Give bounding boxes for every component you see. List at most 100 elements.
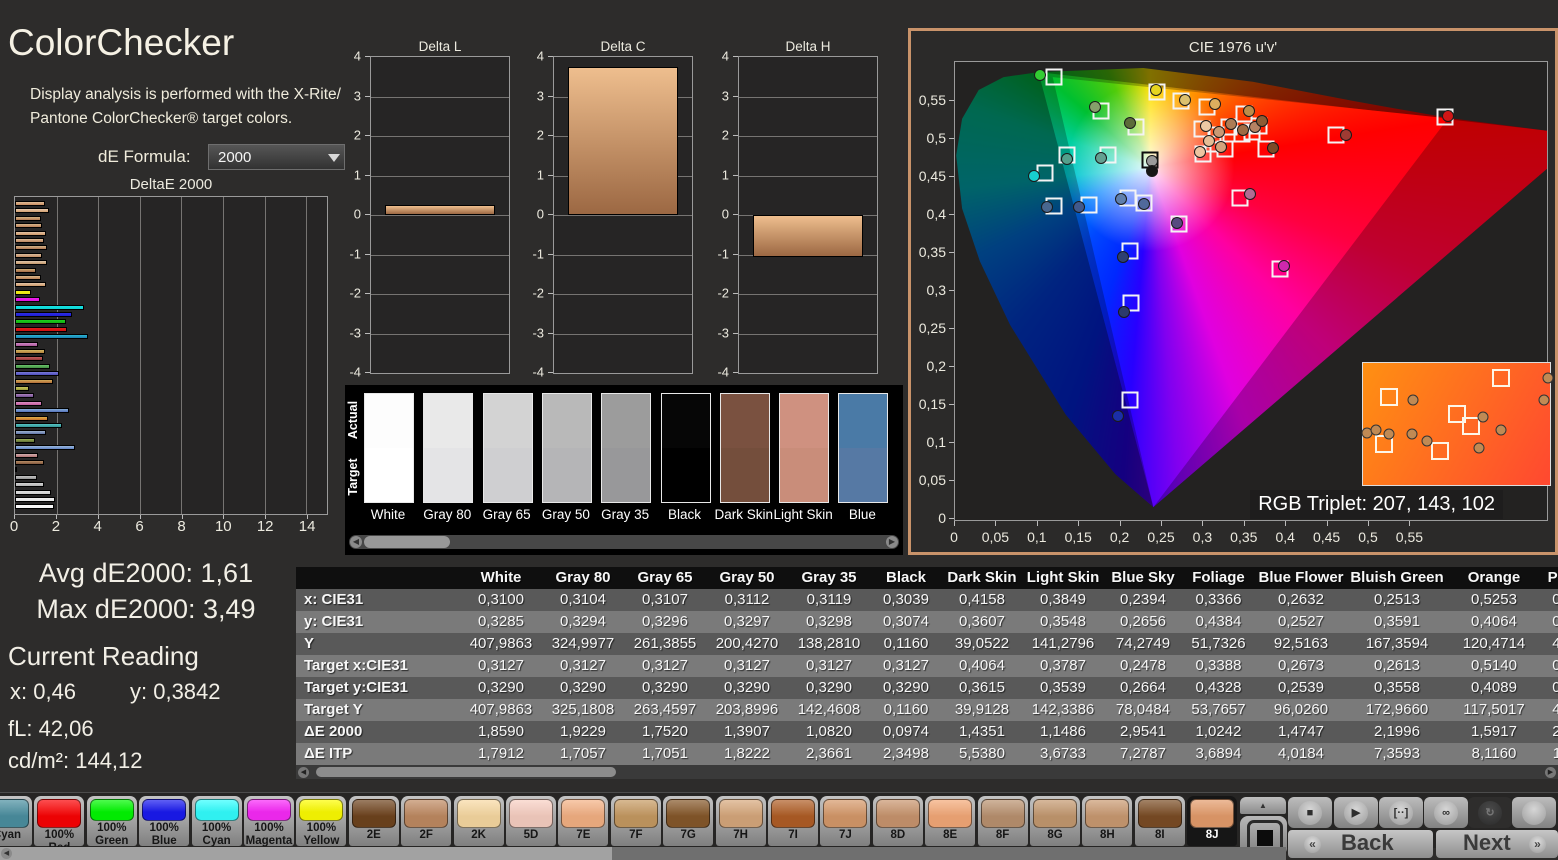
cie-target-marker bbox=[1045, 68, 1063, 86]
table-cell: 0,2478 bbox=[1120, 657, 1166, 674]
patch-button-7h[interactable]: 7H bbox=[715, 796, 766, 846]
gridline bbox=[739, 333, 877, 335]
stop-icon-button[interactable]: ■ bbox=[1288, 797, 1332, 828]
patch-button-blue[interactable]: 100% Blue bbox=[139, 796, 190, 847]
patch-button-green[interactable]: 100% Green bbox=[86, 796, 137, 847]
patch-button-7i[interactable]: 7I bbox=[768, 796, 818, 846]
actual-swatch bbox=[720, 394, 769, 448]
patch-button-8h[interactable]: 8H bbox=[1082, 796, 1133, 846]
axis-tick-label: 0,25 bbox=[918, 320, 946, 336]
patch-color bbox=[89, 799, 134, 821]
patch-label: 100% Magenta bbox=[245, 822, 293, 847]
axis-tick bbox=[365, 135, 370, 136]
table-cell: 407,9863 bbox=[469, 701, 533, 718]
patch-button-100-red[interactable]: 100% Red bbox=[34, 796, 85, 854]
blank-icon-button[interactable] bbox=[1512, 797, 1556, 828]
patch-button-magenta[interactable]: 100% Magenta bbox=[244, 796, 294, 847]
patch-color bbox=[1033, 799, 1077, 828]
patch-button-7j[interactable]: 7J bbox=[820, 796, 871, 846]
table-cell: 0,3290 bbox=[478, 679, 524, 696]
patch-button-8i[interactable]: 8I bbox=[1134, 796, 1185, 846]
table-cell: 263,4597 bbox=[633, 701, 697, 718]
patch-button-cyan[interactable]: 100% Cyan bbox=[191, 796, 242, 847]
back-arrow-icon: « bbox=[1304, 836, 1321, 853]
patch-button-5d[interactable]: 5D bbox=[506, 796, 556, 846]
axis-tick-label: 0,2 bbox=[1109, 529, 1130, 545]
de-formula-value: 2000 bbox=[218, 149, 252, 166]
play-icon-button[interactable]: ▶ bbox=[1334, 797, 1378, 828]
patch-button-8e[interactable]: 8E bbox=[925, 796, 976, 846]
patch-button-7g[interactable]: 7G bbox=[663, 796, 714, 846]
actual-row-label: Actual bbox=[346, 400, 360, 440]
table-scrollbar-thumb[interactable] bbox=[316, 767, 616, 777]
swatch-pair bbox=[838, 393, 889, 503]
de-bar bbox=[15, 245, 48, 251]
window-scrollbar-thumb[interactable] bbox=[612, 847, 1286, 860]
table-cell: 0,3290 bbox=[883, 679, 929, 696]
scroll-left-icon[interactable]: ◀ bbox=[1, 848, 12, 859]
table-header-cell: Gray 35 bbox=[801, 569, 857, 586]
back-button[interactable]: « Back bbox=[1288, 830, 1433, 858]
table-cell: 1,5917 bbox=[1471, 723, 1517, 740]
scroll-left-icon[interactable]: ◀ bbox=[298, 767, 309, 778]
scroll-left-icon[interactable]: ◀ bbox=[350, 536, 362, 548]
next-button[interactable]: Next » bbox=[1436, 830, 1558, 858]
axis-tick-label: 1 bbox=[721, 167, 729, 182]
axis-tick-label: -2 bbox=[532, 285, 544, 301]
swatch-scrollbar[interactable]: ◀ ▶ bbox=[349, 535, 899, 549]
table-cell: 3,6733 bbox=[1040, 745, 1086, 762]
table-cell: 0,3290 bbox=[724, 679, 770, 696]
patch-button-8f[interactable]: 8F bbox=[977, 796, 1028, 846]
delta-chart-title: Delta L bbox=[418, 39, 462, 54]
axis-tick bbox=[995, 521, 997, 526]
de-bar bbox=[15, 252, 43, 258]
target-swatch bbox=[839, 448, 888, 502]
swatch-scrollbar-thumb[interactable] bbox=[364, 536, 450, 548]
axis-tick-label: 0,5 bbox=[926, 130, 946, 146]
patch-button-cyan[interactable]: Cyan bbox=[0, 796, 32, 846]
patch-button-7e[interactable]: 7E bbox=[558, 796, 609, 846]
delta-bar bbox=[568, 66, 678, 215]
patch-button-2f[interactable]: 2F bbox=[401, 796, 452, 846]
scroll-right-icon[interactable]: ▶ bbox=[886, 536, 898, 548]
gridline bbox=[371, 96, 509, 98]
refresh-icon-button[interactable]: ↻ bbox=[1468, 797, 1512, 828]
patch-button-2e[interactable]: 2E bbox=[348, 796, 399, 846]
axis-tick-label: -3 bbox=[532, 325, 544, 340]
infinity-loop-icon-button[interactable]: ∞ bbox=[1424, 797, 1468, 828]
colorchecker-window: ColorChecker Display analysis is perform… bbox=[0, 0, 1558, 860]
patch-button-2k[interactable]: 2K bbox=[453, 796, 504, 846]
table-scrollbar[interactable]: ◀ ▶ bbox=[296, 765, 1558, 779]
axis-tick-label: 0,35 bbox=[1230, 529, 1258, 545]
patch-button-7f[interactable]: 7F bbox=[610, 796, 661, 846]
table-row: ΔE ITP 1,7912 1,7057 1,7051 1,8222 2,3661 2,34… bbox=[296, 743, 1558, 765]
patch-color bbox=[456, 799, 501, 828]
axis-tick bbox=[949, 366, 954, 367]
de-bar bbox=[15, 223, 43, 229]
patch-button-8g[interactable]: 8G bbox=[1030, 796, 1080, 846]
de-bar bbox=[15, 275, 41, 280]
axis-tick bbox=[733, 293, 738, 294]
axis-tick-label: 3 bbox=[353, 88, 361, 103]
scroll-right-icon[interactable]: ▶ bbox=[1545, 767, 1556, 778]
table-cell: 0,4384 bbox=[1195, 613, 1242, 630]
patch-button-8d[interactable]: 8D bbox=[872, 796, 923, 846]
de-formula-dropdown[interactable]: 2000 bbox=[208, 144, 345, 170]
de-bar bbox=[15, 445, 76, 451]
frame-markers-icon-button[interactable]: [··] bbox=[1379, 797, 1423, 828]
window-horizontal-scrollbar[interactable]: ◀ bbox=[0, 847, 1286, 860]
table-header-row: White Gray 80 Gray 65 Gray 50 Gray 35 Black Da… bbox=[296, 567, 1558, 589]
axis-tick-label: 8 bbox=[177, 518, 186, 535]
actual-swatch bbox=[424, 394, 473, 448]
cie-measured-marker bbox=[1171, 217, 1183, 230]
table-cell: 0,3290 bbox=[560, 679, 606, 696]
patch-button-8j[interactable]: 8J bbox=[1187, 796, 1238, 846]
table-cell: 117,5017 bbox=[1463, 701, 1525, 718]
table-cell: 0,3615 bbox=[959, 679, 1005, 696]
patch-button-yellow[interactable]: 100% Yellow bbox=[296, 796, 347, 847]
panel-up-button[interactable]: ▲ bbox=[1240, 797, 1286, 814]
current-x-value: x: 0,46 bbox=[10, 679, 77, 704]
patch-label: 7E bbox=[576, 829, 591, 841]
axis-tick-label: -1 bbox=[717, 246, 729, 261]
axis-tick-label: 4 bbox=[353, 48, 361, 64]
